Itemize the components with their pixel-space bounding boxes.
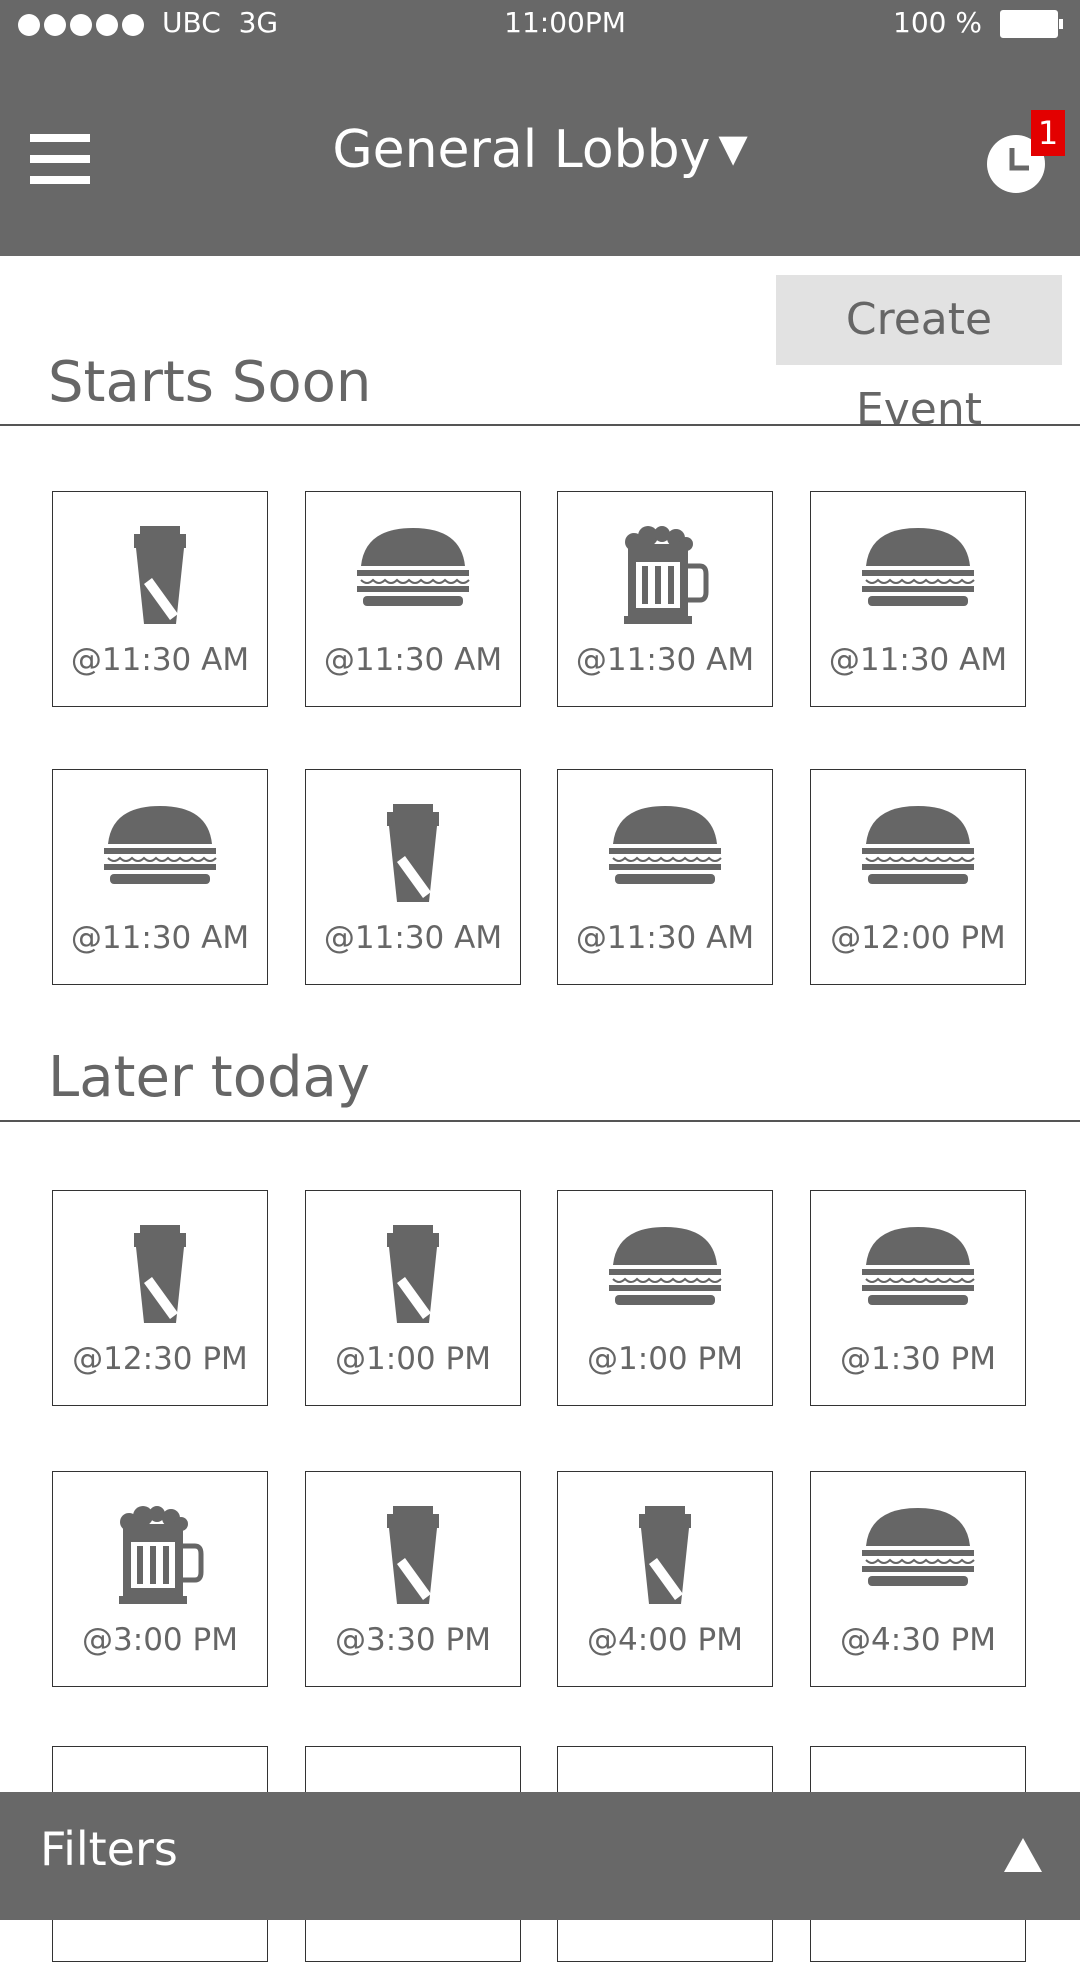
event-time: @11:30 AM: [575, 642, 755, 678]
burger-icon: [609, 806, 722, 884]
event-time: @12:30 PM: [72, 1341, 248, 1377]
lobby-title: General Lobby: [332, 120, 711, 180]
beer-icon: [624, 526, 709, 624]
event-tile[interactable]: @12:30 PM: [52, 1190, 268, 1406]
event-tile[interactable]: @11:30 AM: [305, 491, 521, 707]
event-time: @4:30 PM: [840, 1622, 996, 1658]
event-tile[interactable]: @11:30 AM: [305, 769, 521, 985]
event-time: @11:30 AM: [828, 642, 1008, 678]
event-tile[interactable]: @11:30 AM: [52, 769, 268, 985]
create-event-button[interactable]: Create Event: [776, 275, 1062, 435]
section-divider: [0, 1120, 1080, 1122]
event-tile[interactable]: @1:30 PM: [810, 1190, 1026, 1406]
event-time: @11:30 AM: [70, 642, 250, 678]
nav-bar: General Lobby ▼ 1: [0, 50, 1080, 256]
dropdown-caret-icon: ▼: [718, 126, 748, 170]
expand-up-icon[interactable]: [1002, 1836, 1044, 1874]
section-title-later-today: Later today: [48, 1045, 370, 1110]
coffee-icon: [387, 804, 439, 902]
event-tile[interactable]: @1:00 PM: [305, 1190, 521, 1406]
section-title-starts-soon: Starts Soon: [48, 350, 372, 415]
event-time: @4:00 PM: [587, 1622, 743, 1658]
event-time: @11:30 AM: [323, 642, 503, 678]
filters-bar[interactable]: Filters: [0, 1792, 1080, 1920]
burger-icon: [862, 1508, 975, 1586]
event-tile[interactable]: @3:30 PM: [305, 1471, 521, 1687]
notification-badge: 1: [1031, 110, 1065, 156]
event-tile[interactable]: @11:30 AM: [52, 491, 268, 707]
event-tile[interactable]: @4:30 PM: [810, 1471, 1026, 1687]
filters-label: Filters: [40, 1822, 178, 1876]
event-tile[interactable]: @1:00 PM: [557, 1190, 773, 1406]
event-time: @11:30 AM: [323, 920, 503, 956]
coffee-icon: [134, 1225, 186, 1323]
burger-icon: [609, 1227, 722, 1305]
burger-icon: [862, 806, 975, 884]
event-time: @3:00 PM: [82, 1622, 238, 1658]
event-time: @12:00 PM: [830, 920, 1006, 956]
event-time: @11:30 AM: [70, 920, 250, 956]
event-time: @3:30 PM: [335, 1622, 491, 1658]
event-tile[interactable]: @3:00 PM: [52, 1471, 268, 1687]
event-tile[interactable]: @12:00 PM: [810, 769, 1026, 985]
event-tile[interactable]: @4:00 PM: [557, 1471, 773, 1687]
burger-icon: [862, 1227, 975, 1305]
coffee-icon: [134, 526, 186, 624]
burger-icon: [104, 806, 217, 884]
coffee-icon: [387, 1506, 439, 1604]
event-time: @1:30 PM: [840, 1341, 996, 1377]
coffee-icon: [639, 1506, 691, 1604]
battery-percent: 100 %: [893, 6, 982, 39]
lobby-selector[interactable]: General Lobby ▼: [0, 120, 1080, 180]
event-tile[interactable]: @11:30 AM: [557, 769, 773, 985]
event-time: @11:30 AM: [575, 920, 755, 956]
burger-icon: [357, 528, 470, 606]
battery-icon: [1000, 10, 1063, 38]
event-time: @1:00 PM: [587, 1341, 743, 1377]
event-time: @1:00 PM: [335, 1341, 491, 1377]
burger-icon: [862, 528, 975, 606]
status-bar: UBC 3G 11:00PM 100 %: [0, 0, 1080, 50]
event-tile[interactable]: @11:30 AM: [810, 491, 1026, 707]
coffee-icon: [387, 1225, 439, 1323]
beer-icon: [119, 1506, 204, 1604]
section-divider: [0, 424, 1080, 426]
event-tile[interactable]: @11:30 AM: [557, 491, 773, 707]
